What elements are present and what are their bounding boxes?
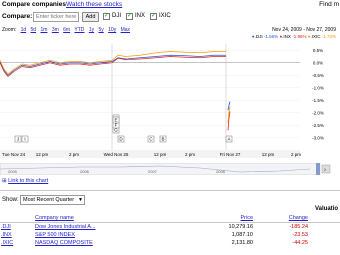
news-flag-label: E — [114, 118, 117, 123]
x-tick-label: 2 pm — [69, 152, 79, 157]
row-extra — [309, 223, 340, 232]
row-price: 1,087.10 — [231, 232, 253, 238]
row-change: -185.24 — [289, 224, 308, 230]
news-flag-label: I — [24, 137, 25, 142]
zoom-bar: Zoom: 1d 5d 1m 3m 6m YTD 1y 5y 10y Max — [2, 27, 133, 33]
chevron-down-icon: ▼ — [78, 197, 83, 203]
compare-label: Compare: — [2, 13, 33, 20]
row-price: 10,279.16 — [228, 224, 253, 230]
row-extra — [309, 239, 340, 247]
scroll-right-arrow-icon: › — [324, 168, 326, 174]
zoom-1d[interactable]: 1d — [21, 27, 27, 33]
zoom-6m[interactable]: 6m — [63, 27, 70, 33]
table-row: .INX S&P 500 INDEX 1,087.10 -23.53 — [0, 231, 340, 239]
section-divider — [0, 190, 340, 191]
zoom-max[interactable]: Max — [121, 27, 130, 33]
link-icon: ⊞ — [2, 178, 7, 184]
link-to-chart[interactable]: ⊞ Link to this chart — [2, 178, 48, 184]
valuation-header: Valuatio — [314, 206, 338, 212]
x-tick-label: Wed Nov 25 — [104, 152, 129, 157]
x-tick-label: 2 pm — [185, 152, 195, 157]
y-tick-label: -2.5% — [312, 123, 324, 128]
col-ticker — [0, 214, 34, 223]
news-flag-label: F — [115, 123, 118, 128]
ticker-input[interactable] — [33, 12, 79, 22]
top-bar: Compare companies Watch these stocks Fin… — [0, 0, 340, 10]
news-flag-label: G — [114, 128, 118, 133]
watch-stocks-link[interactable]: Watch these stocks — [66, 1, 122, 8]
date-range: Nov 24, 2009 - Nov 27, 2009 — [272, 27, 336, 33]
row-company[interactable]: Dow Jones Industrial A... — [34, 223, 174, 232]
row-ticker[interactable]: .DJI — [0, 223, 34, 232]
zoom-10y[interactable]: 10y — [108, 27, 116, 33]
mini-year-2006: 2006 — [80, 169, 90, 174]
row-company[interactable]: NASDAQ COMPOSITE — [34, 239, 174, 247]
col-company-name[interactable]: Company name — [34, 214, 174, 223]
find-more-text[interactable]: Find m — [319, 1, 339, 8]
checkbox-dji-label: DJI — [112, 13, 121, 19]
x-tick-label: Fri Nov 27 — [220, 152, 241, 157]
x-tick-label: 2 pm — [291, 152, 301, 157]
row-extra — [309, 231, 340, 239]
col-extra — [309, 214, 340, 223]
page-title: Compare companies — [2, 1, 66, 8]
zoom-5y[interactable]: 5y — [98, 27, 103, 33]
x-tick-label: Tue Nov 24 — [2, 152, 26, 157]
compare-row: Compare: Add ✓ DJI ✓ INX ✓ IXIC — [0, 11, 340, 23]
show-label: Show: — [2, 197, 19, 203]
row-ticker[interactable]: .INX — [0, 231, 34, 239]
x-tick-label: 12 pm — [262, 152, 275, 157]
y-tick-label: -1.5% — [312, 98, 324, 103]
zoom-1y[interactable]: 1y — [89, 27, 94, 33]
col-change[interactable]: Change — [254, 214, 309, 223]
chart-legend: ●.DJI -1.56% ●.INX -1.96% ●.IXIC -1.73% — [252, 34, 336, 39]
checkbox-ixic[interactable]: ✓ — [150, 13, 157, 20]
y-tick-label: -0.5% — [312, 73, 324, 78]
price-chart[interactable]: 0.5% 0.0% -0.5% -1.0% -1.5% -2.0% -2.5% -3.0% J… — [0, 42, 340, 162]
checkbox-dji[interactable]: ✓ — [103, 13, 110, 20]
checkbox-ixic-label: IXIC — [159, 13, 171, 19]
zoom-1m[interactable]: 1m — [40, 27, 47, 33]
mini-year-2007: 2007 — [148, 169, 158, 174]
zoom-ytd[interactable]: YTD — [74, 27, 84, 33]
col-price[interactable]: Price — [174, 214, 254, 223]
y-tick-label: 0.5% — [313, 48, 323, 53]
news-flag-label: J — [17, 137, 19, 142]
y-tick-label: 0.0% — [313, 60, 323, 65]
legend-ixic-value: -1.73% — [321, 34, 336, 39]
period-select-value: Most Recent Quarter — [23, 197, 75, 203]
row-change: -23.53 — [292, 232, 308, 238]
mini-year-2005: 2005 — [8, 169, 18, 174]
table-row: .IXIC NASDAQ COMPOSITE 2,131.80 -44.25 — [0, 239, 340, 247]
overview-chart[interactable]: 2005 2006 2007 2008 › — [0, 163, 340, 175]
legend-ixic-label: .IXIC — [310, 34, 321, 39]
period-select[interactable]: Most Recent Quarter ▼ — [20, 195, 85, 205]
row-change: -44.25 — [292, 240, 308, 246]
legend-inx-value: -1.96% — [292, 34, 307, 39]
add-button[interactable]: Add — [82, 12, 99, 22]
checkbox-inx-label: INX — [135, 13, 146, 19]
y-tick-label: -2.0% — [312, 110, 324, 115]
quotes-table: Company name Price Change .DJI Dow Jones… — [0, 214, 340, 247]
y-tick-label: -3.0% — [312, 135, 324, 140]
x-tick-label: 12 pm — [36, 152, 49, 157]
row-price: 2,131.80 — [231, 240, 253, 246]
zoom-label: Zoom: — [2, 27, 17, 33]
checkbox-inx[interactable]: ✓ — [126, 13, 133, 20]
zoom-5d[interactable]: 5d — [31, 27, 37, 33]
row-company[interactable]: S&P 500 INDEX — [34, 231, 174, 239]
row-ticker[interactable]: .IXIC — [0, 239, 34, 247]
y-tick-label: -1.0% — [312, 85, 324, 90]
zoom-3m[interactable]: 3m — [52, 27, 59, 33]
news-flag-label: B — [161, 137, 164, 142]
link-to-chart-label[interactable]: Link to this chart — [8, 178, 48, 184]
x-tick-label: 12 pm — [154, 152, 167, 157]
legend-inx-label: .INX — [282, 34, 291, 39]
mini-year-2008: 2008 — [216, 169, 226, 174]
table-row: .DJI Dow Jones Industrial A... 10,279.16… — [0, 223, 340, 232]
table-header-row: Company name Price Change — [0, 214, 340, 223]
news-flag-label: A — [227, 137, 230, 142]
legend-dji-label: .DJI — [254, 34, 263, 39]
legend-dji-value: -1.56% — [263, 34, 279, 39]
